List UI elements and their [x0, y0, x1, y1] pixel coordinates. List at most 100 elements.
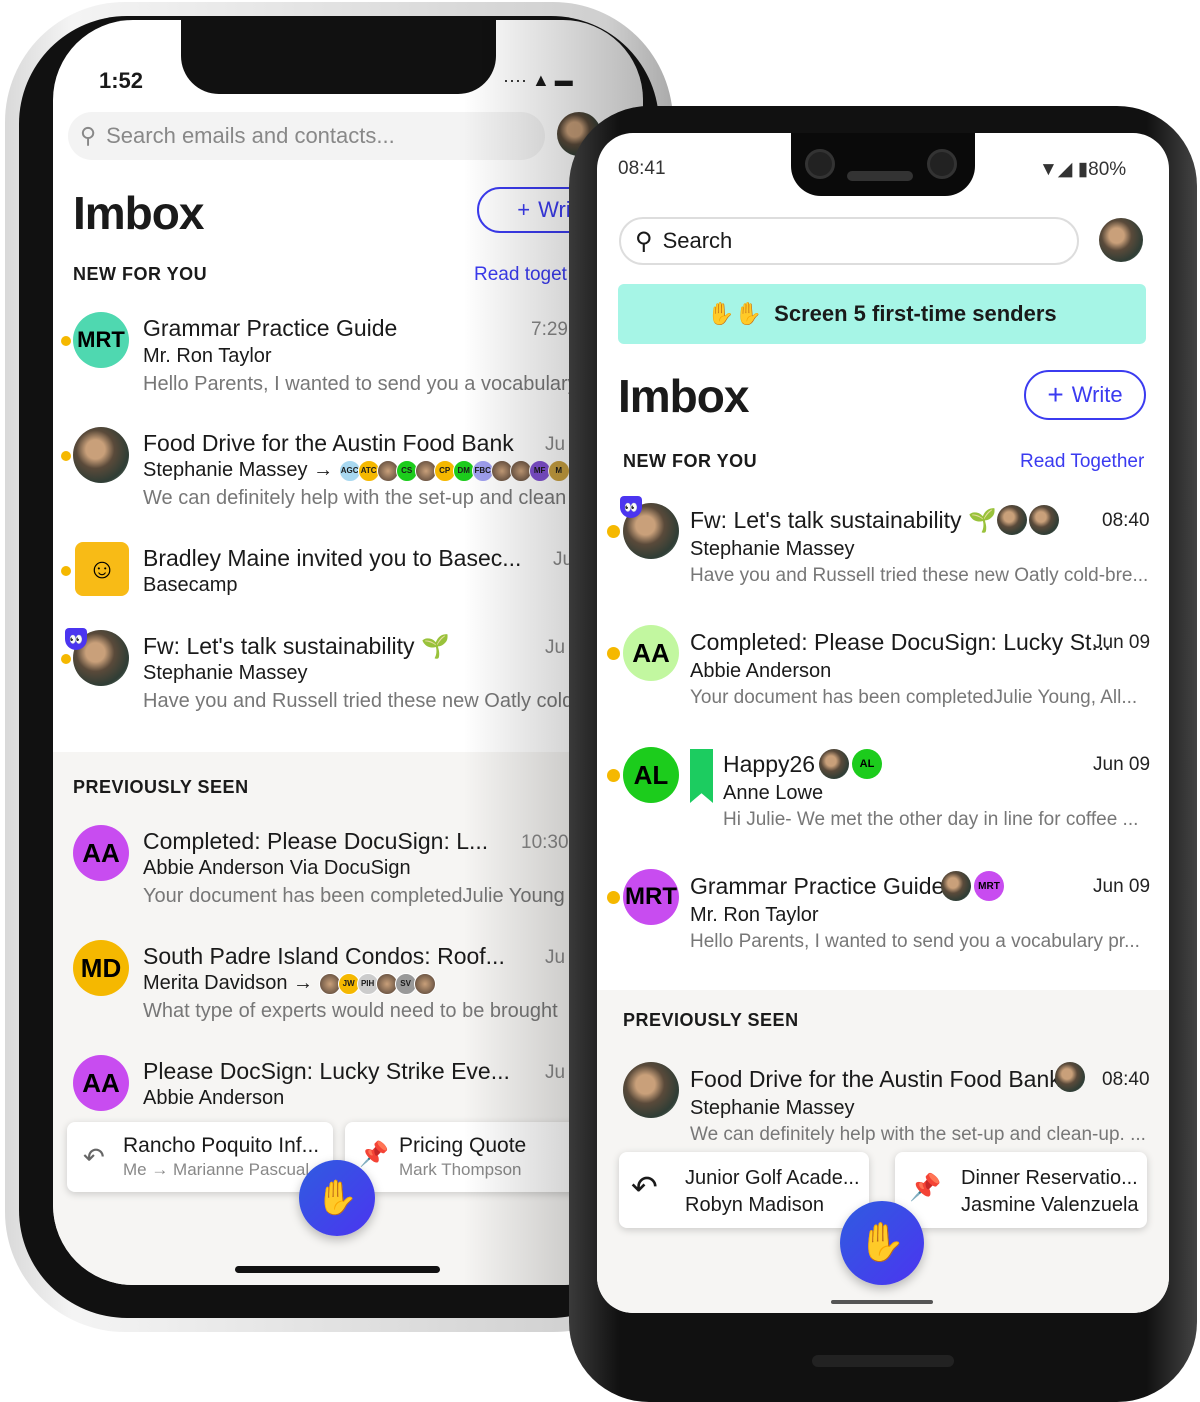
email-time: 7:29 [531, 319, 568, 340]
speaker-grille [812, 1355, 954, 1367]
email-subject: Food Drive for the Austin Food Bank [143, 430, 514, 456]
basecamp-icon: ☺ [75, 542, 129, 596]
page-title: Imbox [618, 370, 749, 422]
email-row[interactable]: MRT Grammar Practice Guide 7:29 Mr. Ron … [53, 310, 643, 420]
wifi-signal-battery-icon: ▼◢ ▮ [1039, 159, 1089, 180]
search-input[interactable]: ⚲ Search emails and contacts... [68, 112, 545, 160]
recipient-chips: JW PIH SV [318, 972, 436, 995]
email-preview: Have you and Russell tried these new Oat… [690, 565, 1149, 586]
avatar [623, 1062, 679, 1118]
unread-dot [61, 566, 71, 576]
reply-later-card[interactable]: ↶ Rancho Poquito Inf... Me → Marianne Pa… [67, 1122, 333, 1192]
email-row[interactable]: AL Happy26 AL Jun 09 Anne Lowe Hi Julie-… [597, 739, 1169, 849]
email-subject: Completed: Please DocuSign: Lucky St... [690, 629, 1111, 655]
email-row[interactable]: AA Completed: Please DocuSign: L... 10:3… [53, 823, 643, 933]
recipient-avatar: M [547, 459, 570, 482]
email-subject: Happy26 [723, 751, 816, 777]
email-sender: Abbie Anderson Via DocuSign [143, 857, 411, 879]
email-time: Ju [545, 1062, 566, 1083]
reply-later-icon: ↶ [83, 1142, 105, 1172]
email-preview: What type of experts would need to be br… [143, 1000, 558, 1022]
email-sender: Stephanie Massey [690, 538, 855, 560]
camera-icon [927, 149, 957, 179]
avatar: AA [623, 625, 679, 681]
avatar: AA [73, 1055, 129, 1111]
avatar: MD [73, 940, 129, 996]
plus-icon: + [517, 197, 531, 222]
hands-icon: ✋✋ [707, 301, 763, 326]
email-subject: Grammar Practice Guide [690, 873, 945, 899]
email-sender: Stephanie Massey [690, 1097, 855, 1119]
email-time: 10:30 [521, 832, 569, 853]
search-input[interactable]: ⚲ Search [619, 217, 1079, 265]
card-subtitle: Jasmine Valenzuela [961, 1194, 1139, 1216]
profile-avatar[interactable] [1099, 218, 1143, 262]
email-time: 08:40 [1102, 1069, 1150, 1090]
email-sender: Abbie Anderson [143, 1087, 285, 1109]
bookmark-tag-icon [690, 749, 713, 803]
section-previously-seen: PREVIOUSLY SEEN [623, 1010, 799, 1030]
unread-dot [61, 336, 71, 346]
participant-avatar: AL [852, 749, 882, 779]
email-sender: Stephanie Massey → [143, 459, 334, 481]
email-row[interactable]: MRT Grammar Practice Guide MRT Jun 09 Mr… [597, 861, 1169, 971]
read-together-link[interactable]: Read Together [1020, 451, 1144, 473]
camera-icon [805, 149, 835, 179]
email-subject: Fw: Let's talk sustainability 🌱 [690, 507, 997, 533]
email-subject: Grammar Practice Guide [143, 315, 398, 341]
email-time: Jun 09 [1093, 632, 1151, 653]
reply-later-icon: ↶ [631, 1169, 658, 1205]
participant-avatar: MRT [974, 871, 1004, 901]
card-subtitle: Me → Marianne Pascual [123, 1160, 310, 1179]
email-time: Jun 09 [1093, 876, 1151, 897]
email-subject: Fw: Let's talk sustainability 🌱 [143, 633, 450, 659]
hand-wave-icon: ✋ [315, 1179, 359, 1217]
email-row[interactable]: 👀 Fw: Let's talk sustainability 🌱 Ju Ste… [53, 628, 643, 738]
email-time: Ju [545, 434, 566, 455]
email-sender: Abbie Anderson [690, 660, 832, 682]
email-preview: Your document has been completedJulie Yo… [690, 687, 1138, 708]
email-preview: Hi Julie- We met the other day in line f… [723, 809, 1139, 830]
email-preview: We can definitely help with the set-up a… [143, 487, 567, 509]
android-screen: 08:41 ▼◢ ▮80% ⚲ Search ✋✋ Screen 5 first-t… [597, 133, 1169, 1313]
participant-avatar [819, 749, 849, 779]
email-row[interactable]: AA Completed: Please DocuSign: Lucky St.… [597, 617, 1169, 727]
email-time: Ju [545, 637, 566, 658]
read-together-link[interactable]: Read toget [474, 264, 567, 286]
email-row[interactable]: Food Drive for the Austin Food Bank Ju S… [53, 425, 643, 535]
email-preview: Hello Parents, I wanted to send you a vo… [143, 373, 573, 395]
email-time: Ju [545, 947, 566, 968]
email-subject: South Padre Island Condos: Roof... [143, 943, 505, 969]
participant-avatar [1055, 1062, 1085, 1092]
email-row[interactable]: 👀 Fw: Let's talk sustainability 🌱 08:40 … [597, 495, 1169, 605]
hey-menu-button[interactable]: ✋ [840, 1201, 924, 1285]
write-button[interactable]: + Write [1024, 370, 1146, 420]
email-sender: Basecamp [143, 574, 238, 596]
email-sender-line: Stephanie Massey → AGC ATC CS CP DM FBC MF M [143, 459, 573, 482]
email-preview: Hello Parents, I wanted to send you a vo… [690, 931, 1140, 952]
card-title: Rancho Poquito Inf... [123, 1134, 320, 1157]
unread-dot [607, 769, 620, 782]
card-title: Pricing Quote [399, 1134, 527, 1157]
pin-icon: 📌 [909, 1172, 942, 1202]
email-row[interactable]: MD South Padre Island Condos: Roof... Ju… [53, 938, 643, 1048]
screener-banner[interactable]: ✋✋ Screen 5 first-time senders [618, 284, 1146, 344]
email-sender: Stephanie Massey [143, 662, 308, 684]
unread-dot [61, 654, 71, 664]
email-preview: We can definitely help with the set-up a… [690, 1124, 1146, 1145]
participant-avatar [941, 871, 971, 901]
set-aside-card[interactable]: 📌 Dinner Reservatio... Jasmine Valenzuel… [895, 1152, 1147, 1228]
plus-icon: + [1047, 379, 1064, 410]
section-new-for-you: NEW FOR YOU [73, 264, 208, 284]
hey-menu-button[interactable]: ✋ [299, 1160, 375, 1236]
card-subtitle: Robyn Madison [685, 1194, 824, 1216]
unread-dot [61, 451, 71, 461]
section-new-for-you: NEW FOR YOU [623, 451, 758, 471]
email-row[interactable]: Food Drive for the Austin Food Bank 08:4… [597, 1054, 1169, 1164]
search-icon: ⚲ [80, 123, 97, 148]
reply-later-card[interactable]: ↶ Junior Golf Acade... Robyn Madison [619, 1152, 869, 1228]
email-sender-line: Merita Davidson → JW PIH SV [143, 972, 573, 995]
unread-dot [607, 647, 620, 660]
email-sender: Anne Lowe [723, 782, 824, 804]
avatar [73, 427, 129, 483]
